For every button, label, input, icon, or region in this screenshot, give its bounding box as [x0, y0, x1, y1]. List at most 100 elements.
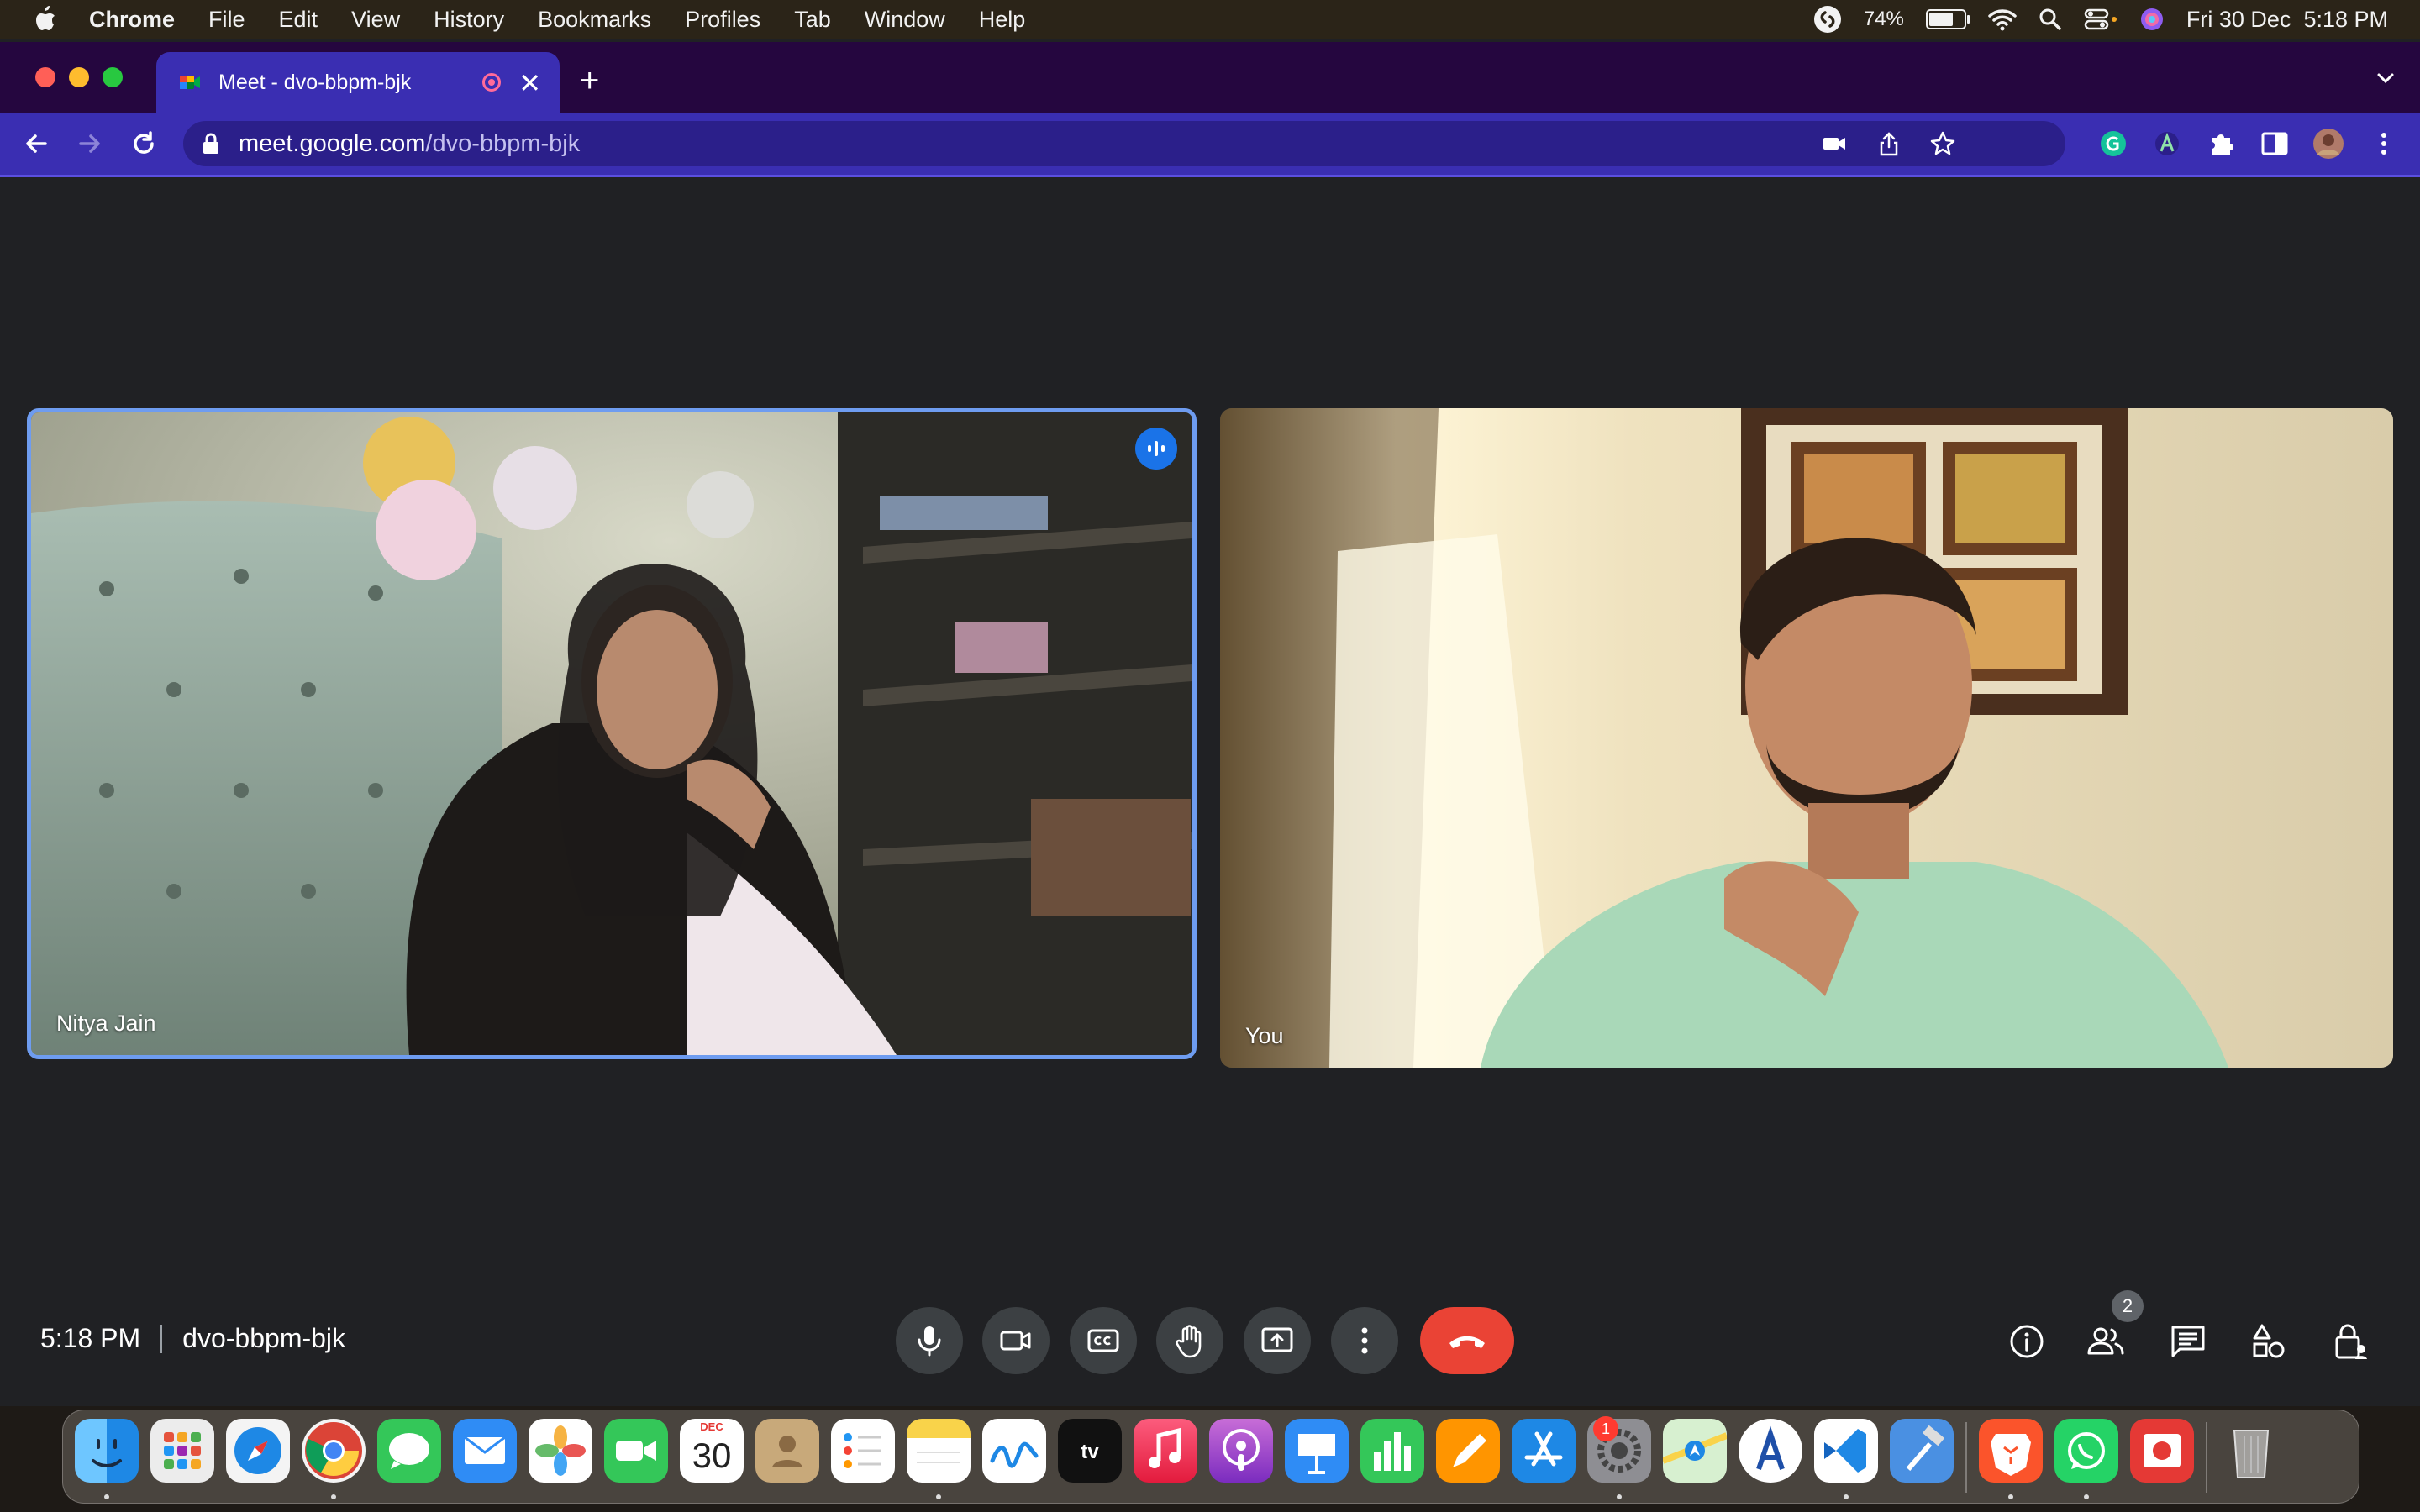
menu-history[interactable]: History: [434, 7, 504, 33]
running-indicator: [1617, 1494, 1622, 1499]
dock-contacts[interactable]: [755, 1419, 819, 1483]
present-screen-button[interactable]: [1244, 1307, 1311, 1374]
music-note-icon: [1149, 1427, 1181, 1468]
grammarly-extension-icon[interactable]: [2097, 128, 2129, 160]
window-minimize-button[interactable]: [69, 67, 89, 87]
tab-search-chevron-icon[interactable]: [2376, 69, 2395, 87]
menu-help[interactable]: Help: [979, 7, 1026, 33]
pages-pen-icon: [1453, 1434, 1486, 1467]
shazam-icon[interactable]: [1813, 5, 1842, 34]
dock-instruments[interactable]: [1739, 1419, 1802, 1483]
back-arrow-icon[interactable]: [20, 128, 52, 160]
forward-arrow-icon[interactable]: [74, 128, 106, 160]
dock-trash[interactable]: [2219, 1419, 2283, 1483]
dock-launchpad[interactable]: [150, 1419, 214, 1483]
bookmark-star-icon[interactable]: [1929, 130, 1956, 157]
photo-booth-icon: [2144, 1434, 2181, 1467]
browser-toolbar: meet.google.com/dvo-bbpm-bjk: [0, 113, 2420, 177]
profile-avatar[interactable]: [2312, 128, 2344, 160]
chrome-menu-icon[interactable]: [2368, 128, 2400, 160]
siri-icon[interactable]: [2139, 7, 2165, 32]
menu-tab[interactable]: Tab: [794, 7, 831, 33]
url-text[interactable]: meet.google.com/dvo-bbpm-bjk: [239, 130, 580, 158]
host-controls-button[interactable]: [2331, 1321, 2371, 1362]
freeform-scribble-icon: [990, 1441, 1039, 1468]
new-tab-icon[interactable]: +: [580, 64, 599, 97]
menu-file[interactable]: File: [208, 7, 245, 33]
dock-keynote[interactable]: [1285, 1419, 1349, 1483]
battery-level-fill: [1928, 13, 1954, 26]
menu-app-name[interactable]: Chrome: [89, 7, 175, 33]
spotlight-icon[interactable]: [2039, 8, 2062, 31]
extensions-puzzle-icon[interactable]: [2205, 128, 2237, 160]
dock-mail[interactable]: [453, 1419, 517, 1483]
share-icon[interactable]: [1877, 131, 1901, 156]
macos-menu-bar: Chrome File Edit View History Bookmarks …: [0, 0, 2420, 39]
window-close-button[interactable]: [35, 67, 55, 87]
dock-app-store[interactable]: [1512, 1419, 1576, 1483]
meeting-details-button[interactable]: [2007, 1321, 2047, 1362]
camera-button[interactable]: [982, 1307, 1050, 1374]
people-button[interactable]: [2086, 1321, 2126, 1362]
microphone-button[interactable]: [896, 1307, 963, 1374]
menu-edit[interactable]: Edit: [279, 7, 318, 33]
raise-hand-button[interactable]: [1156, 1307, 1223, 1374]
calendar-day: 30: [692, 1436, 732, 1475]
dock-messages[interactable]: [377, 1419, 441, 1483]
apple-menu-icon[interactable]: [32, 5, 57, 34]
dock-reminders[interactable]: [831, 1419, 895, 1483]
dock-pages[interactable]: [1436, 1419, 1500, 1483]
leave-call-button[interactable]: [1420, 1307, 1514, 1374]
dock-maps[interactable]: [1663, 1419, 1727, 1483]
photos-flower-icon: [535, 1425, 586, 1476]
more-options-button[interactable]: [1331, 1307, 1398, 1374]
captions-button[interactable]: [1070, 1307, 1137, 1374]
menu-profiles[interactable]: Profiles: [685, 7, 760, 33]
window-zoom-button[interactable]: [103, 67, 123, 87]
app-store-icon: [1524, 1431, 1563, 1467]
dock-facetime[interactable]: [604, 1419, 668, 1483]
dock-brave[interactable]: [1979, 1419, 2043, 1483]
notes-icon: [917, 1452, 960, 1463]
dock-safari[interactable]: [226, 1419, 290, 1483]
dock-calendar[interactable]: DEC 30: [680, 1419, 744, 1483]
side-panel-icon[interactable]: [2259, 128, 2291, 160]
tab-close-icon[interactable]: ✕: [518, 67, 541, 99]
reload-icon[interactable]: [128, 128, 160, 160]
dock-chrome[interactable]: [302, 1419, 366, 1483]
dock-music[interactable]: [1134, 1419, 1197, 1483]
dock-vscode[interactable]: [1814, 1419, 1878, 1483]
dock-photo-booth[interactable]: [2130, 1419, 2194, 1483]
menu-view[interactable]: View: [351, 7, 400, 33]
address-bar[interactable]: meet.google.com/dvo-bbpm-bjk: [183, 121, 2065, 166]
microphone-icon: [918, 1326, 941, 1357]
extension-a-icon[interactable]: [2151, 128, 2183, 160]
more-vert-icon: [1361, 1327, 1368, 1354]
wifi-icon[interactable]: [1988, 8, 2017, 31]
dock-tv[interactable]: tv: [1058, 1419, 1122, 1483]
dock-whatsapp[interactable]: [2054, 1419, 2118, 1483]
dock-numbers[interactable]: [1360, 1419, 1424, 1483]
dock-freeform[interactable]: [982, 1419, 1046, 1483]
lock-icon[interactable]: [202, 133, 220, 155]
dock-xcode[interactable]: [1890, 1419, 1954, 1483]
menubar-clock[interactable]: Fri 30 Dec 5:18 PM: [2186, 7, 2388, 33]
activities-button[interactable]: [2249, 1321, 2289, 1362]
menu-window[interactable]: Window: [865, 7, 945, 33]
chat-button[interactable]: [2168, 1321, 2208, 1362]
battery-icon[interactable]: [1925, 9, 1970, 29]
dock-notes[interactable]: [907, 1419, 971, 1483]
running-indicator: [2008, 1494, 2013, 1499]
control-center-icon[interactable]: [2084, 8, 2118, 31]
menu-bookmarks[interactable]: Bookmarks: [538, 7, 651, 33]
dock-podcasts[interactable]: [1209, 1419, 1273, 1483]
camera-in-use-icon[interactable]: [1822, 132, 1847, 155]
dock-finder[interactable]: [75, 1419, 139, 1483]
macos-dock: DEC 30 tv: [62, 1410, 2360, 1504]
running-indicator: [2084, 1494, 2089, 1499]
safari-compass-icon: [234, 1427, 281, 1474]
dock-photos[interactable]: [529, 1419, 592, 1483]
participant-tile-self[interactable]: You: [1220, 408, 2393, 1068]
participant-tile-remote[interactable]: Nitya Jain: [27, 408, 1197, 1059]
tab-meet[interactable]: Meet - dvo-bbpm-bjk ✕: [156, 52, 560, 113]
